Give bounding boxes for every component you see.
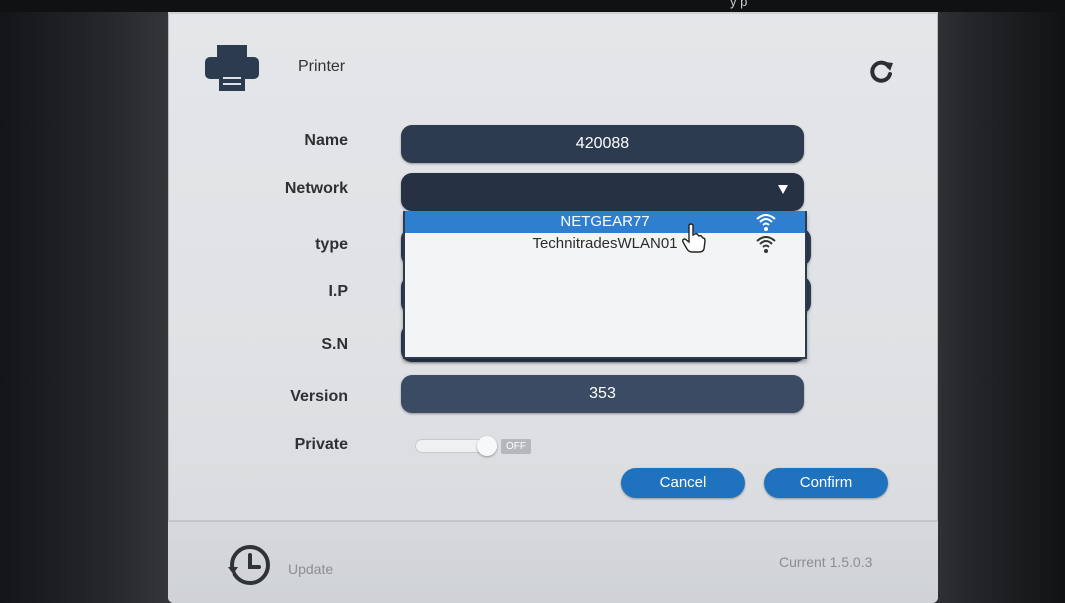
update-label[interactable]: Update (288, 561, 333, 577)
hand-cursor-icon (682, 223, 706, 253)
wifi-icon (756, 236, 776, 253)
confirm-button[interactable]: Confirm (764, 468, 888, 498)
sn-label: S.N (321, 336, 348, 353)
network-label: Network (284, 180, 348, 197)
toggle-state-label: OFF (501, 439, 531, 454)
cancel-button[interactable]: Cancel (621, 468, 745, 498)
network-dropdown-list: NETGEAR77 TechnitradesWLAN01 (403, 211, 807, 359)
monitor-bezel-left (0, 0, 195, 603)
network-option-netgear77[interactable]: NETGEAR77 (405, 211, 805, 233)
network-select[interactable] (401, 173, 804, 211)
name-field[interactable]: 420088 (401, 125, 804, 163)
toggle-knob[interactable] (477, 436, 497, 456)
network-option-label: NETGEAR77 (560, 213, 650, 230)
history-icon[interactable] (226, 541, 274, 589)
name-label: Name (304, 132, 348, 149)
monitor-bezel-top: y p (0, 0, 1065, 12)
bezel-top-text: y p (730, 0, 748, 9)
section-title: Printer (298, 58, 346, 75)
type-label: type (315, 236, 348, 253)
chevron-down-icon[interactable] (778, 185, 788, 194)
ip-label: I.P (328, 283, 348, 300)
network-option-label: TechnitradesWLAN01 (532, 235, 678, 252)
wifi-icon (756, 214, 776, 231)
printer-settings-panel: Printer Name 420088 Network type I.P S.N… (168, 6, 938, 603)
version-label: Version (290, 388, 348, 405)
current-version-label: Current 1.5.0.3 (779, 554, 873, 570)
refresh-icon[interactable] (868, 59, 894, 85)
private-toggle[interactable]: OFF (415, 436, 535, 456)
version-field: 353 (401, 375, 804, 413)
private-label: Private (294, 436, 348, 453)
printer-icon (205, 45, 259, 91)
network-option-technitradeswlan01[interactable]: TechnitradesWLAN01 (405, 233, 805, 255)
